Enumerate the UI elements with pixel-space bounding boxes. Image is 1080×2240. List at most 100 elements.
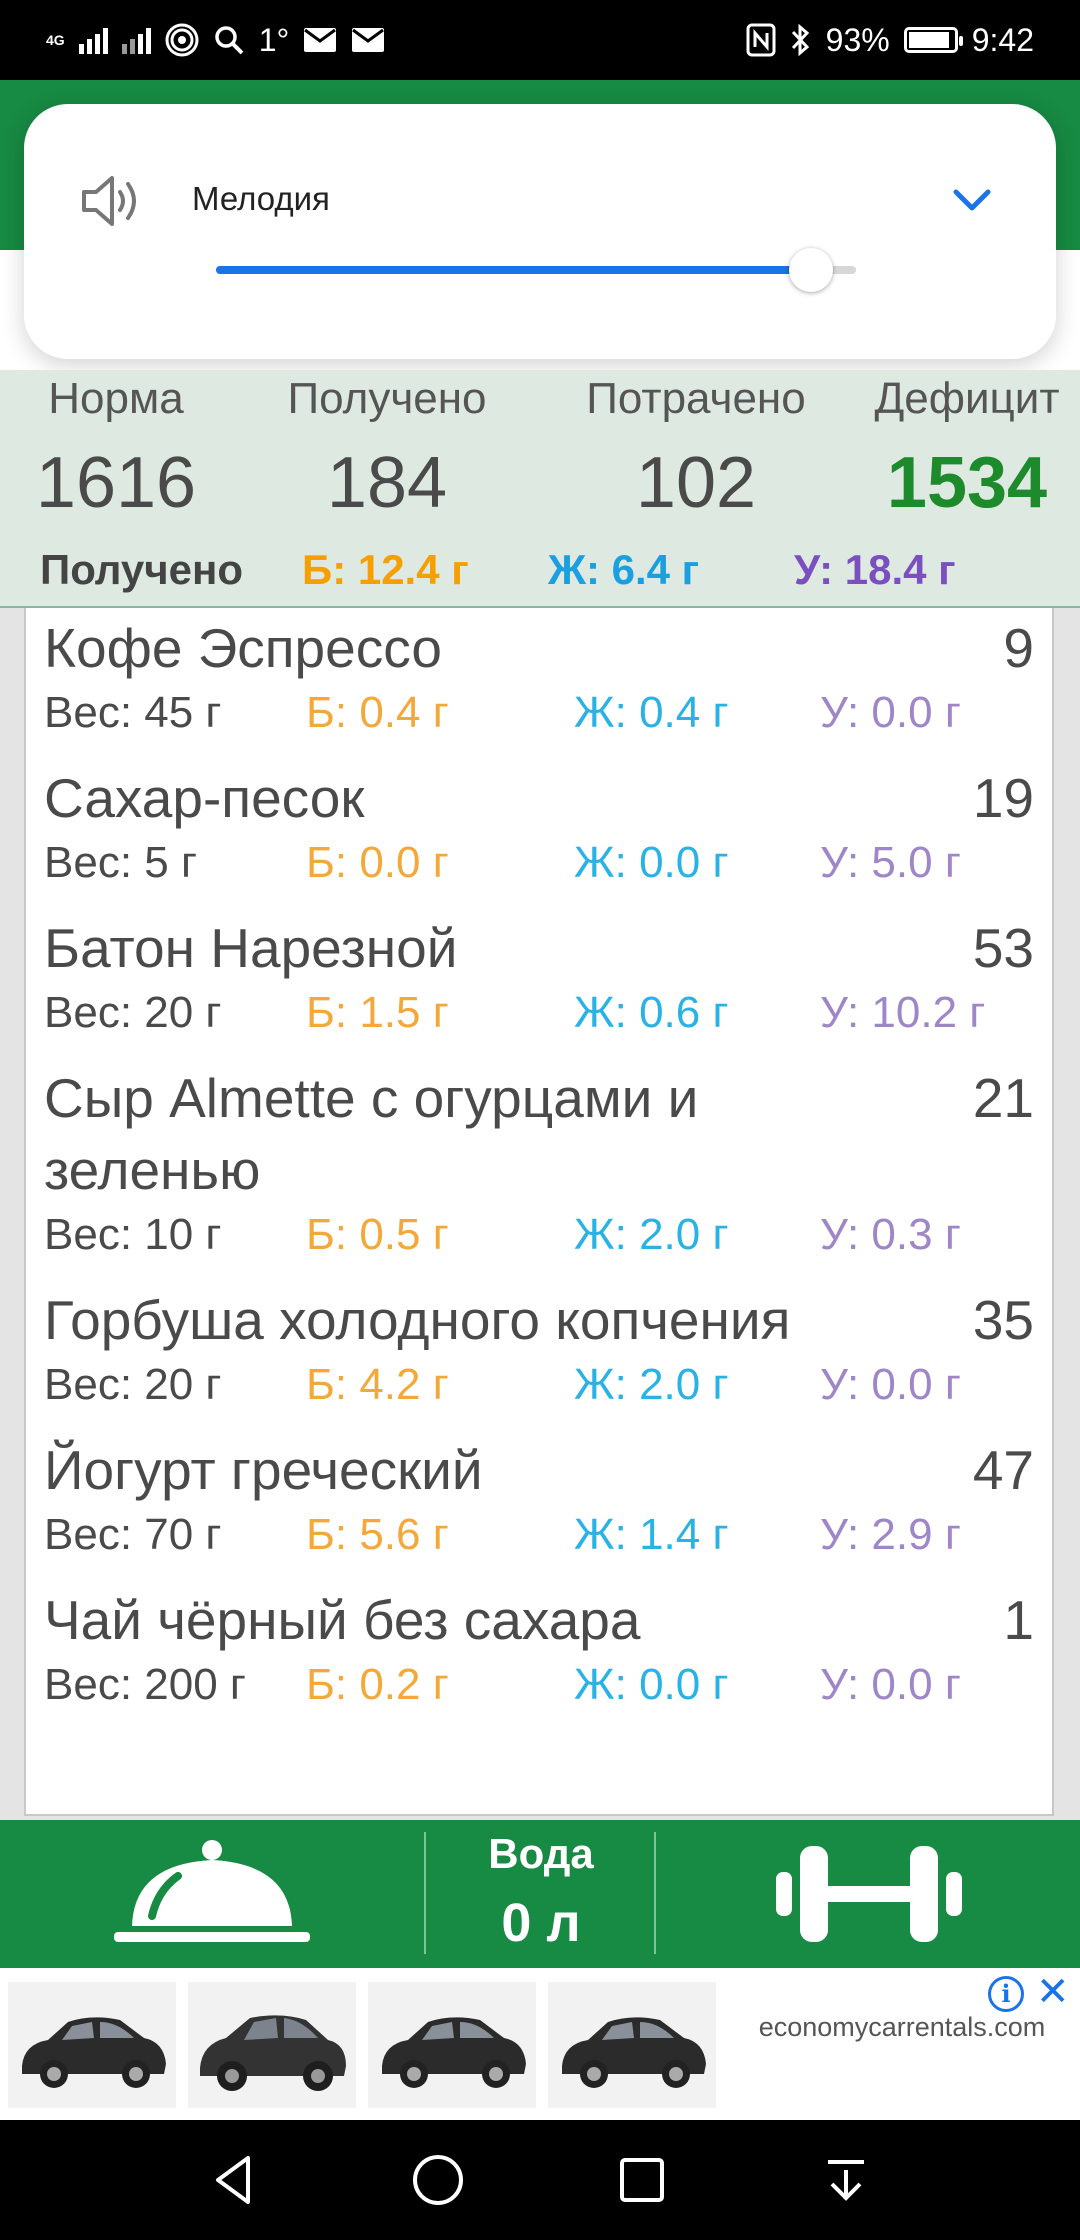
deficit-label: Дефицит xyxy=(874,374,1060,423)
notification-pull-icon[interactable] xyxy=(814,2148,878,2212)
spent-label: Потрачено xyxy=(586,374,806,423)
food-weight: Вес: 10 г xyxy=(44,1210,222,1259)
volume-stream-label: Мелодия xyxy=(192,180,330,217)
carbs-total: У: 18.4 г xyxy=(794,546,956,593)
food-fat: Ж: 0.0 г xyxy=(574,838,729,887)
close-icon[interactable]: ✕ xyxy=(1036,1972,1070,2012)
temperature: 1° xyxy=(258,21,290,58)
spent-column: Потрачено 102 xyxy=(568,370,824,524)
food-item[interactable]: Йогурт греческий 47 Вес: 70 г Б: 5.6 г Ж: 1… xyxy=(26,1434,1052,1584)
food-carbs: У: 5.0 г xyxy=(820,838,961,887)
norm-column: Норма 1616 xyxy=(24,370,208,524)
food-weight: Вес: 45 г xyxy=(44,688,222,737)
food-protein: Б: 0.2 г xyxy=(306,1660,449,1709)
hotspot-icon xyxy=(165,23,199,57)
food-carbs: У: 0.0 г xyxy=(820,1360,961,1409)
ad-banner[interactable]: economycarrentals.com i ✕ xyxy=(0,1968,1080,2120)
food-kcal: 1 xyxy=(1003,1589,1034,1651)
deficit-column: Дефицит 1534 xyxy=(860,370,1074,524)
volume-slider[interactable] xyxy=(216,248,856,292)
food-name: Чай чёрный без сахара xyxy=(44,1589,641,1651)
dumbbell-icon[interactable] xyxy=(776,1842,962,1946)
food-carbs: У: 0.0 г xyxy=(820,1660,961,1709)
food-name: Сыр Almette с огурцами и зеленью xyxy=(44,1067,699,1201)
clock: 9:42 xyxy=(971,21,1034,58)
food-kcal: 53 xyxy=(972,917,1034,979)
nfc-icon xyxy=(746,23,776,57)
food-protein: Б: 0.4 г xyxy=(306,688,449,737)
food-item[interactable]: Батон Нарезной 53 Вес: 20 г Б: 1.5 г Ж: 0.6… xyxy=(26,912,1052,1062)
food-item[interactable]: Сыр Almette с огурцами и зеленью 21 Вес: … xyxy=(26,1062,1052,1284)
food-kcal: 19 xyxy=(972,767,1034,829)
food-kcal: 47 xyxy=(972,1439,1034,1501)
food-carbs: У: 2.9 г xyxy=(820,1510,961,1559)
food-name: Йогурт греческий xyxy=(44,1439,483,1501)
car-image[interactable] xyxy=(8,1982,176,2108)
home-icon[interactable] xyxy=(406,2148,470,2212)
food-list-frame: Кофе Эспрессо 9 Вес: 45 г Б: 0.4 г Ж: 0.4 г… xyxy=(0,608,1080,1820)
food-fat: Ж: 0.4 г xyxy=(574,688,729,737)
ad-domain[interactable]: economycarrentals.com xyxy=(742,2008,1062,2046)
status-bar-left: 4G 1° xyxy=(46,22,385,59)
food-item[interactable]: Горбуша холодного копчения 35 Вес: 20 г Б:… xyxy=(26,1284,1052,1434)
food-protein: Б: 1.5 г xyxy=(306,988,449,1037)
car-image[interactable] xyxy=(368,1982,536,2108)
info-icon[interactable]: i xyxy=(988,1976,1024,2012)
water-value: 0 л xyxy=(501,1893,581,1953)
food-kcal: 35 xyxy=(972,1289,1034,1351)
macros-summary: Получено Б: 12.4 г Ж: 6.4 г У: 18.4 г xyxy=(0,546,1080,596)
food-weight: Вес: 200 г xyxy=(44,1660,246,1709)
chevron-down-icon[interactable] xyxy=(944,172,1000,228)
deficit-value: 1534 xyxy=(886,443,1048,523)
status-bar: 4G 1° 93% 9:42 xyxy=(0,0,1080,80)
signal-2-icon xyxy=(121,26,151,54)
bluetooth-icon xyxy=(791,23,809,57)
food-item[interactable]: Чай чёрный без сахара 1 Вес: 200 г Б: 0.2 … xyxy=(26,1584,1052,1734)
food-protein: Б: 5.6 г xyxy=(306,1510,449,1559)
bottom-bar-divider xyxy=(654,1832,656,1954)
network-type: 4G xyxy=(46,32,65,48)
speaker-icon[interactable] xyxy=(76,166,146,236)
food-fat: Ж: 0.6 г xyxy=(574,988,729,1037)
food-fat: Ж: 1.4 г xyxy=(574,1510,729,1559)
status-bar-right: 93% 9:42 xyxy=(746,22,1034,59)
norm-label: Норма xyxy=(48,374,184,423)
battery-percent: 93% xyxy=(825,21,890,58)
food-list[interactable]: Кофе Эспрессо 9 Вес: 45 г Б: 0.4 г Ж: 0.4 г… xyxy=(24,608,1054,1816)
food-carbs: У: 0.0 г xyxy=(820,688,961,737)
mail-icon xyxy=(304,28,337,52)
food-name: Кофе Эспрессо xyxy=(44,617,442,679)
received-label: Получено xyxy=(287,374,487,423)
food-weight: Вес: 20 г xyxy=(44,1360,222,1409)
received-value: 184 xyxy=(326,443,448,523)
food-name: Горбуша холодного копчения xyxy=(44,1289,791,1351)
food-item[interactable]: Кофе Эспрессо 9 Вес: 45 г Б: 0.4 г Ж: 0.4 г… xyxy=(26,612,1052,762)
food-fat: Ж: 0.0 г xyxy=(574,1660,729,1709)
volume-slider-thumb[interactable] xyxy=(789,248,834,292)
food-kcal: 21 xyxy=(972,1067,1034,1129)
signal-icon xyxy=(78,26,108,54)
food-item[interactable]: Сахар-песок 19 Вес: 5 г Б: 0.0 г Ж: 0.0 г У:… xyxy=(26,762,1052,912)
protein-total: Б: 12.4 г xyxy=(302,546,469,593)
food-protein: Б: 0.0 г xyxy=(306,838,449,887)
meal-cloche-icon[interactable] xyxy=(112,1838,312,1950)
car-image[interactable] xyxy=(188,1982,356,2108)
car-image[interactable] xyxy=(548,1982,716,2108)
norm-value: 1616 xyxy=(35,443,197,523)
search-icon xyxy=(214,26,244,55)
food-weight: Вес: 70 г xyxy=(44,1510,222,1559)
volume-panel: Мелодия xyxy=(24,104,1056,359)
bottom-bar: Вода 0 л xyxy=(0,1820,1080,1968)
food-weight: Вес: 20 г xyxy=(44,988,222,1037)
back-icon[interactable] xyxy=(204,2148,268,2212)
water-button[interactable]: Вода 0 л xyxy=(426,1830,656,1954)
battery-icon xyxy=(903,27,963,53)
macros-label: Получено xyxy=(40,546,244,593)
food-name: Сахар-песок xyxy=(44,767,365,829)
volume-slider-fill xyxy=(216,266,812,274)
food-fat: Ж: 2.0 г xyxy=(574,1210,729,1259)
calorie-summary: Норма 1616 Получено 184 Потрачено 102 Де… xyxy=(0,370,1080,608)
navigation-bar xyxy=(0,2120,1080,2240)
recents-icon[interactable] xyxy=(610,2148,674,2212)
fat-total: Ж: 6.4 г xyxy=(548,546,700,593)
